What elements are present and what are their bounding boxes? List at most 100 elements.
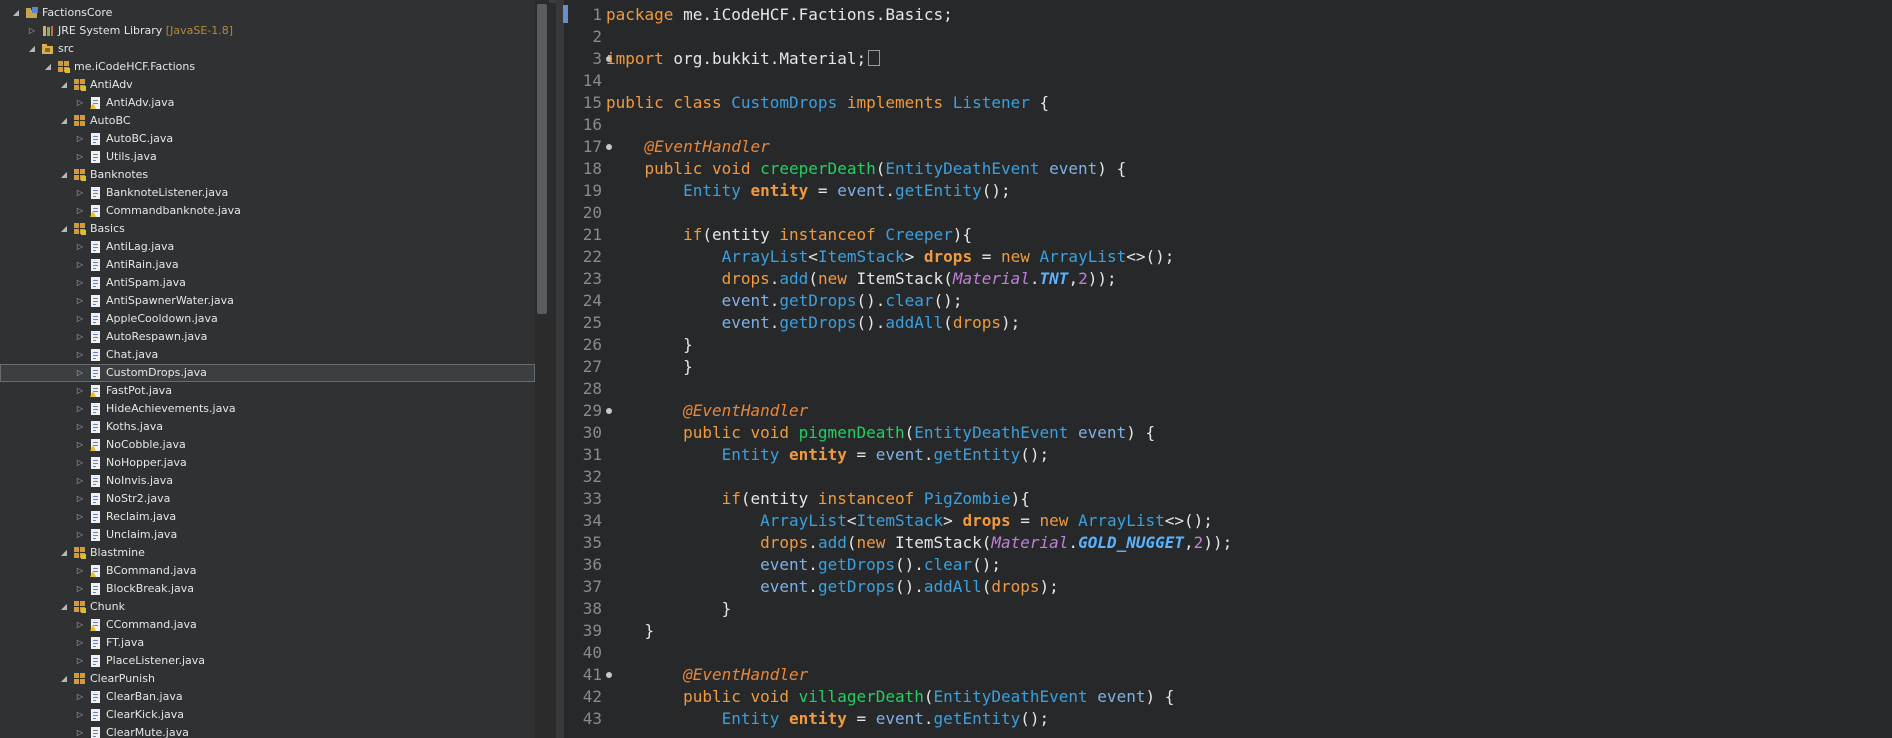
tree-item-me-icodehcf-factions[interactable]: ◢ me.iCodeHCF.Factions xyxy=(0,58,535,76)
tree-item-bcommand-java[interactable]: ▷ BCommand.java xyxy=(0,562,535,580)
tree-item-hideachievements-java[interactable]: ▷ HideAchievements.java xyxy=(0,400,535,418)
collapsed-arrow-icon[interactable]: ▷ xyxy=(74,564,86,578)
tree-item-clearkick-java[interactable]: ▷ ClearKick.java xyxy=(0,706,535,724)
expanded-arrow-icon[interactable]: ◢ xyxy=(58,546,70,560)
tree-item-autorespawn-java[interactable]: ▷ AutoRespawn.java xyxy=(0,328,535,346)
collapsed-arrow-icon[interactable]: ▷ xyxy=(74,654,86,668)
code-line[interactable]: if(entity instanceof PigZombie){ xyxy=(606,488,1030,510)
collapsed-arrow-icon[interactable]: ▷ xyxy=(74,96,86,110)
collapsed-arrow-icon[interactable]: ▷ xyxy=(74,726,86,738)
tree-item-clearpunish[interactable]: ◢ ClearPunish xyxy=(0,670,535,688)
code-line[interactable]: public void pigmenDeath(EntityDeathEvent… xyxy=(606,422,1155,444)
collapsed-arrow-icon[interactable]: ▷ xyxy=(74,384,86,398)
collapsed-arrow-icon[interactable]: ▷ xyxy=(74,474,86,488)
code-line[interactable]: } xyxy=(606,334,693,356)
collapsed-arrow-icon[interactable]: ▷ xyxy=(74,366,86,380)
collapsed-arrow-icon[interactable]: ▷ xyxy=(74,636,86,650)
collapsed-arrow-icon[interactable]: ▷ xyxy=(74,708,86,722)
collapsed-arrow-icon[interactable]: ▷ xyxy=(74,492,86,506)
tree-item-koths-java[interactable]: ▷ Koths.java xyxy=(0,418,535,436)
tree-item-placelistener-java[interactable]: ▷ PlaceListener.java xyxy=(0,652,535,670)
collapsed-arrow-icon[interactable]: ▷ xyxy=(74,420,86,434)
code-line[interactable]: public void creeperDeath(EntityDeathEven… xyxy=(606,158,1127,180)
code-line[interactable]: event.getDrops().addAll(drops); xyxy=(606,312,1021,334)
tree-item-antispawnerwater-java[interactable]: ▷ AntiSpawnerWater.java xyxy=(0,292,535,310)
tree-item-chat-java[interactable]: ▷ Chat.java xyxy=(0,346,535,364)
collapsed-arrow-icon[interactable]: ▷ xyxy=(74,330,86,344)
code-line[interactable]: import org.bukkit.Material; xyxy=(606,48,881,70)
code-line[interactable]: event.getDrops().clear(); xyxy=(606,290,963,312)
collapsed-arrow-icon[interactable]: ▷ xyxy=(74,510,86,524)
tree-item-nocobble-java[interactable]: ▷ NoCobble.java xyxy=(0,436,535,454)
code-line[interactable]: event.getDrops().clear(); xyxy=(606,554,1001,576)
collapsed-arrow-icon[interactable]: ▷ xyxy=(74,240,86,254)
tree-item-banknotes[interactable]: ◢ Banknotes xyxy=(0,166,535,184)
code-line[interactable]: Entity entity = event.getEntity(); xyxy=(606,180,1011,202)
tree-item-clearban-java[interactable]: ▷ ClearBan.java xyxy=(0,688,535,706)
tree-item-noinvis-java[interactable]: ▷ NoInvis.java xyxy=(0,472,535,490)
collapsed-arrow-icon[interactable]: ▷ xyxy=(74,528,86,542)
code-line[interactable]: drops.add(new ItemStack(Material.GOLD_NU… xyxy=(606,532,1232,554)
tree-item-factionscore[interactable]: ◢ FactionsCore xyxy=(0,4,535,22)
expanded-arrow-icon[interactable]: ◢ xyxy=(42,60,54,74)
explorer-scrollbar-thumb[interactable] xyxy=(537,4,547,314)
code-line[interactable]: @EventHandler xyxy=(606,136,770,158)
expanded-arrow-icon[interactable]: ◢ xyxy=(26,42,38,56)
code-line[interactable]: Entity entity = event.getEntity(); xyxy=(606,444,1050,466)
collapsed-arrow-icon[interactable]: ▷ xyxy=(74,258,86,272)
expanded-arrow-icon[interactable]: ◢ xyxy=(58,672,70,686)
tree-item-clearmute-java[interactable]: ▷ ClearMute.java xyxy=(0,724,535,738)
collapsed-arrow-icon[interactable]: ▷ xyxy=(74,294,86,308)
tree-item-antiadv-java[interactable]: ▷ AntiAdv.java xyxy=(0,94,535,112)
collapsed-arrow-icon[interactable]: ▷ xyxy=(74,150,86,164)
tree-item-banknotelistener-java[interactable]: ▷ BanknoteListener.java xyxy=(0,184,535,202)
code-line[interactable]: event.getDrops().addAll(drops); xyxy=(606,576,1059,598)
expanded-arrow-icon[interactable]: ◢ xyxy=(58,114,70,128)
tree-item-antiadv[interactable]: ◢ AntiAdv xyxy=(0,76,535,94)
collapsed-arrow-icon[interactable]: ▷ xyxy=(74,690,86,704)
tree-item-basics[interactable]: ◢ Basics xyxy=(0,220,535,238)
collapsed-arrow-icon[interactable]: ▷ xyxy=(74,456,86,470)
tree-item-applecooldown-java[interactable]: ▷ AppleCooldown.java xyxy=(0,310,535,328)
collapsed-arrow-icon[interactable]: ▷ xyxy=(74,186,86,200)
code-line[interactable]: drops.add(new ItemStack(Material.TNT,2))… xyxy=(606,268,1117,290)
code-editor[interactable]: 1 2 3 14 15 16 17 18 19 20 21 22 23 24 25 26 27 28 29 30 31 3… xyxy=(556,0,1892,738)
code-line[interactable]: public class CustomDrops implements List… xyxy=(606,92,1049,114)
code-line[interactable]: Entity entity = event.getEntity(); xyxy=(606,708,1050,730)
collapsed-arrow-icon[interactable]: ▷ xyxy=(74,348,86,362)
code-line[interactable]: package me.iCodeHCF.Factions.Basics; xyxy=(606,4,953,26)
tree-item-src[interactable]: ◢ src xyxy=(0,40,535,58)
code-line[interactable]: ArrayList<ItemStack> drops = new ArrayLi… xyxy=(606,510,1213,532)
tree-item-antispam-java[interactable]: ▷ AntiSpam.java xyxy=(0,274,535,292)
collapsed-arrow-icon[interactable]: ▷ xyxy=(74,132,86,146)
tree-item-antilag-java[interactable]: ▷ AntiLag.java xyxy=(0,238,535,256)
collapsed-code-icon[interactable] xyxy=(868,50,881,66)
tree-item-customdrops-java[interactable]: ▷ CustomDrops.java xyxy=(0,364,535,382)
tree-item-antirain-java[interactable]: ▷ AntiRain.java xyxy=(0,256,535,274)
tree-item-chunk[interactable]: ◢ Chunk xyxy=(0,598,535,616)
tree-item-ft-java[interactable]: ▷ FT.java xyxy=(0,634,535,652)
code-line[interactable]: public void villagerDeath(EntityDeathEve… xyxy=(606,686,1174,708)
collapsed-arrow-icon[interactable]: ▷ xyxy=(74,582,86,596)
expanded-arrow-icon[interactable]: ◢ xyxy=(58,78,70,92)
code-line[interactable]: } xyxy=(606,598,732,620)
tree-item-blastmine[interactable]: ◢ Blastmine xyxy=(0,544,535,562)
code-line[interactable]: } xyxy=(606,356,693,378)
code-line[interactable]: ArrayList<ItemStack> drops = new ArrayLi… xyxy=(606,246,1175,268)
expanded-arrow-icon[interactable]: ◢ xyxy=(58,600,70,614)
tree-item-ccommand-java[interactable]: ▷ CCommand.java xyxy=(0,616,535,634)
tree-item-nostr2-java[interactable]: ▷ NoStr2.java xyxy=(0,490,535,508)
code-line[interactable]: if(entity instanceof Creeper){ xyxy=(606,224,972,246)
collapsed-arrow-icon[interactable]: ▷ xyxy=(74,312,86,326)
tree-item-reclaim-java[interactable]: ▷ Reclaim.java xyxy=(0,508,535,526)
tree-item-nohopper-java[interactable]: ▷ NoHopper.java xyxy=(0,454,535,472)
collapsed-arrow-icon[interactable]: ▷ xyxy=(74,276,86,290)
tree-item-autobc[interactable]: ◢ AutoBC xyxy=(0,112,535,130)
code-line[interactable]: @EventHandler xyxy=(606,400,808,422)
collapsed-arrow-icon[interactable]: ▷ xyxy=(74,402,86,416)
tree-item-commandbanknote-java[interactable]: ▷ Commandbanknote.java xyxy=(0,202,535,220)
collapsed-arrow-icon[interactable]: ▷ xyxy=(74,204,86,218)
tree-item-utils-java[interactable]: ▷ Utils.java xyxy=(0,148,535,166)
expanded-arrow-icon[interactable]: ◢ xyxy=(58,222,70,236)
collapsed-arrow-icon[interactable]: ▷ xyxy=(26,24,38,38)
